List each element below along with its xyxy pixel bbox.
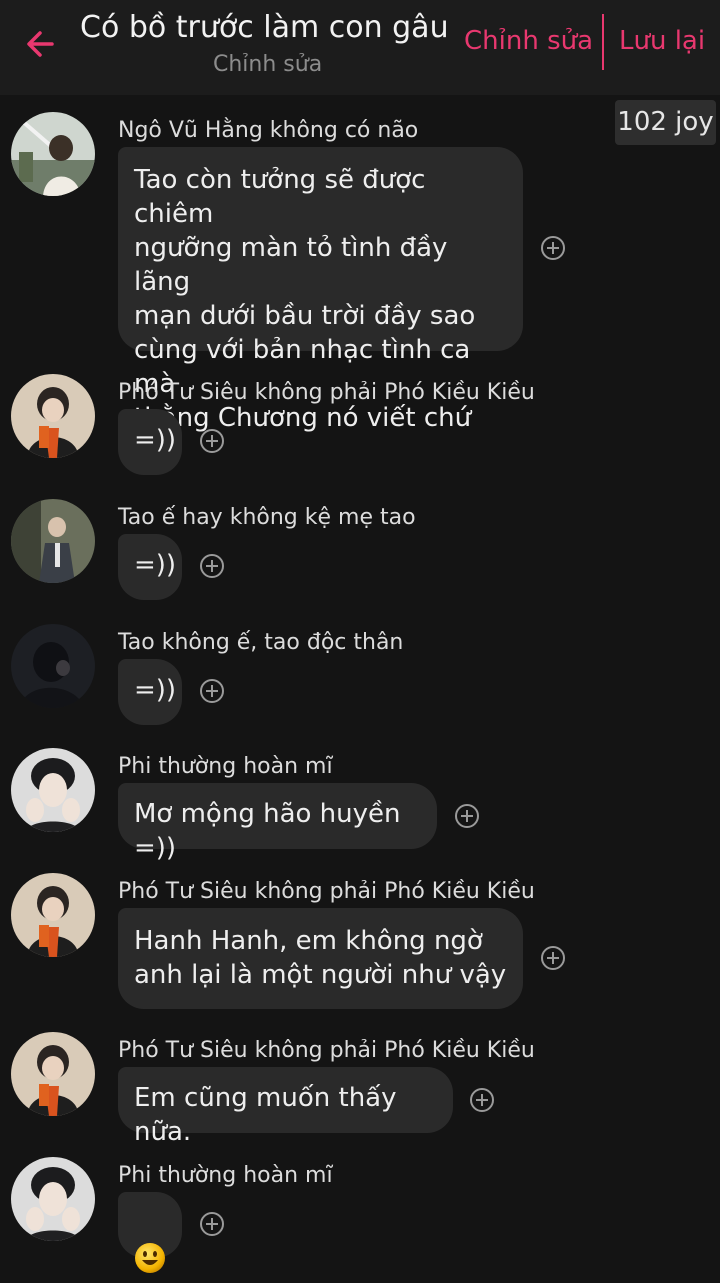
sender-name: Phó Tư Siêu không phải Phó Kiều Kiều bbox=[118, 380, 535, 405]
sender-name: Ngô Vũ Hằng không có não bbox=[118, 118, 419, 143]
header-divider bbox=[602, 14, 604, 70]
sender-name: Phó Tư Siêu không phải Phó Kiều Kiều bbox=[118, 879, 535, 904]
add-reaction-icon[interactable] bbox=[540, 235, 566, 261]
back-arrow-icon[interactable] bbox=[22, 24, 62, 64]
joy-count-badge: 102 joy bbox=[615, 100, 716, 145]
avatar[interactable] bbox=[11, 1032, 95, 1116]
sender-name: Phi thường hoàn mĩ bbox=[118, 1163, 333, 1188]
conversation-subtitle: Chỉnh sửa bbox=[213, 52, 323, 77]
top-bar: Có bồ trước làm con gâu ... Chỉnh sửa Ch… bbox=[0, 0, 720, 95]
add-reaction-icon[interactable] bbox=[469, 1087, 495, 1113]
message-bubble[interactable]: =)) bbox=[118, 534, 182, 600]
add-reaction-icon[interactable] bbox=[199, 553, 225, 579]
add-reaction-icon[interactable] bbox=[454, 803, 480, 829]
message-bubble[interactable]: =)) bbox=[118, 659, 182, 725]
avatar[interactable] bbox=[11, 374, 95, 458]
message-bubble[interactable]: Hanh Hanh, em không ngờ anh lại là một n… bbox=[118, 908, 523, 1009]
avatar[interactable] bbox=[11, 499, 95, 583]
message-bubble[interactable] bbox=[118, 1192, 182, 1273]
add-reaction-icon[interactable] bbox=[540, 945, 566, 971]
smiling-face-emoji-icon bbox=[135, 1243, 165, 1273]
edit-button[interactable]: Chỉnh sửa bbox=[464, 26, 593, 56]
message-bubble[interactable]: Em cũng muốn thấy nữa. bbox=[118, 1067, 453, 1147]
message-bubble[interactable]: Tao còn tưởng sẽ được chiêm ngưỡng màn t… bbox=[118, 147, 523, 467]
conversation-title: Có bồ trước làm con gâu ... bbox=[80, 10, 460, 45]
sender-name: Phi thường hoàn mĩ bbox=[118, 754, 333, 779]
add-reaction-icon[interactable] bbox=[199, 678, 225, 704]
message-bubble[interactable]: =)) bbox=[118, 409, 182, 475]
sender-name: Phó Tư Siêu không phải Phó Kiều Kiều bbox=[118, 1038, 535, 1063]
sender-name: Tao ế hay không kệ mẹ tao bbox=[118, 505, 416, 530]
avatar[interactable] bbox=[11, 873, 95, 957]
add-reaction-icon[interactable] bbox=[199, 1211, 225, 1237]
avatar[interactable] bbox=[11, 112, 95, 196]
save-button[interactable]: Lưu lại bbox=[619, 26, 705, 56]
add-reaction-icon[interactable] bbox=[199, 428, 225, 454]
sender-name: Tao không ế, tao độc thân bbox=[118, 630, 404, 655]
avatar[interactable] bbox=[11, 1157, 95, 1241]
avatar[interactable] bbox=[11, 624, 95, 708]
avatar[interactable] bbox=[11, 748, 95, 832]
message-bubble[interactable]: Mơ mộng hão huyền =)) bbox=[118, 783, 437, 863]
